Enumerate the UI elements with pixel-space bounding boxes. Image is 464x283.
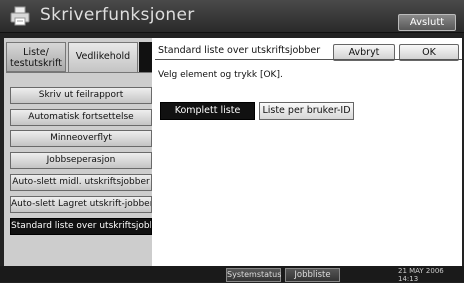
dialog-divider (155, 59, 462, 60)
menu-item-auto-delete-stored-jobs[interactable]: Auto-slett Lagret utskrift-jobber (10, 196, 152, 213)
printer-icon (10, 6, 30, 26)
tab-maintenance[interactable]: Vedlikehold (68, 42, 138, 72)
system-status-button[interactable]: Systemstatus (226, 268, 281, 282)
exit-button[interactable]: Avslutt (398, 14, 456, 31)
option-list-per-user-id[interactable]: Liste per bruker-ID (259, 102, 354, 120)
tab-divider (6, 72, 154, 73)
job-list-button[interactable]: Jobbliste (285, 268, 340, 282)
menu-item-auto-delete-temp-jobs[interactable]: Auto-slett midl. utskriftsjobber (10, 174, 152, 191)
menu-item-default-job-list[interactable]: Standard liste over utskriftsjobber (10, 218, 152, 235)
tab-label-line2: testutskrift (10, 58, 62, 69)
dialog-title: Standard liste over utskriftsjobber (158, 45, 321, 56)
option-complete-list[interactable]: Komplett liste (160, 102, 255, 120)
instruction-text: Velg element og trykk [OK]. (158, 70, 283, 80)
date-time-display: 21 MAY 2006 14:13 (398, 267, 444, 283)
tab-list-test-print[interactable]: Liste/ testutskrift (6, 42, 66, 72)
page-title: Skriverfunksjoner (40, 5, 195, 25)
menu-item-job-separation[interactable]: Jobbseperasjon (10, 152, 152, 169)
tab-label-line1: Liste/ (23, 47, 49, 58)
menu-item-memory-overflow[interactable]: Minneoverflyt (10, 130, 152, 147)
date-text: 21 MAY 2006 (398, 267, 444, 275)
menu-item-print-error-report[interactable]: Skriv ut feilrapport (10, 87, 152, 104)
menu-item-auto-continue[interactable]: Automatisk fortsettelse (10, 109, 152, 126)
